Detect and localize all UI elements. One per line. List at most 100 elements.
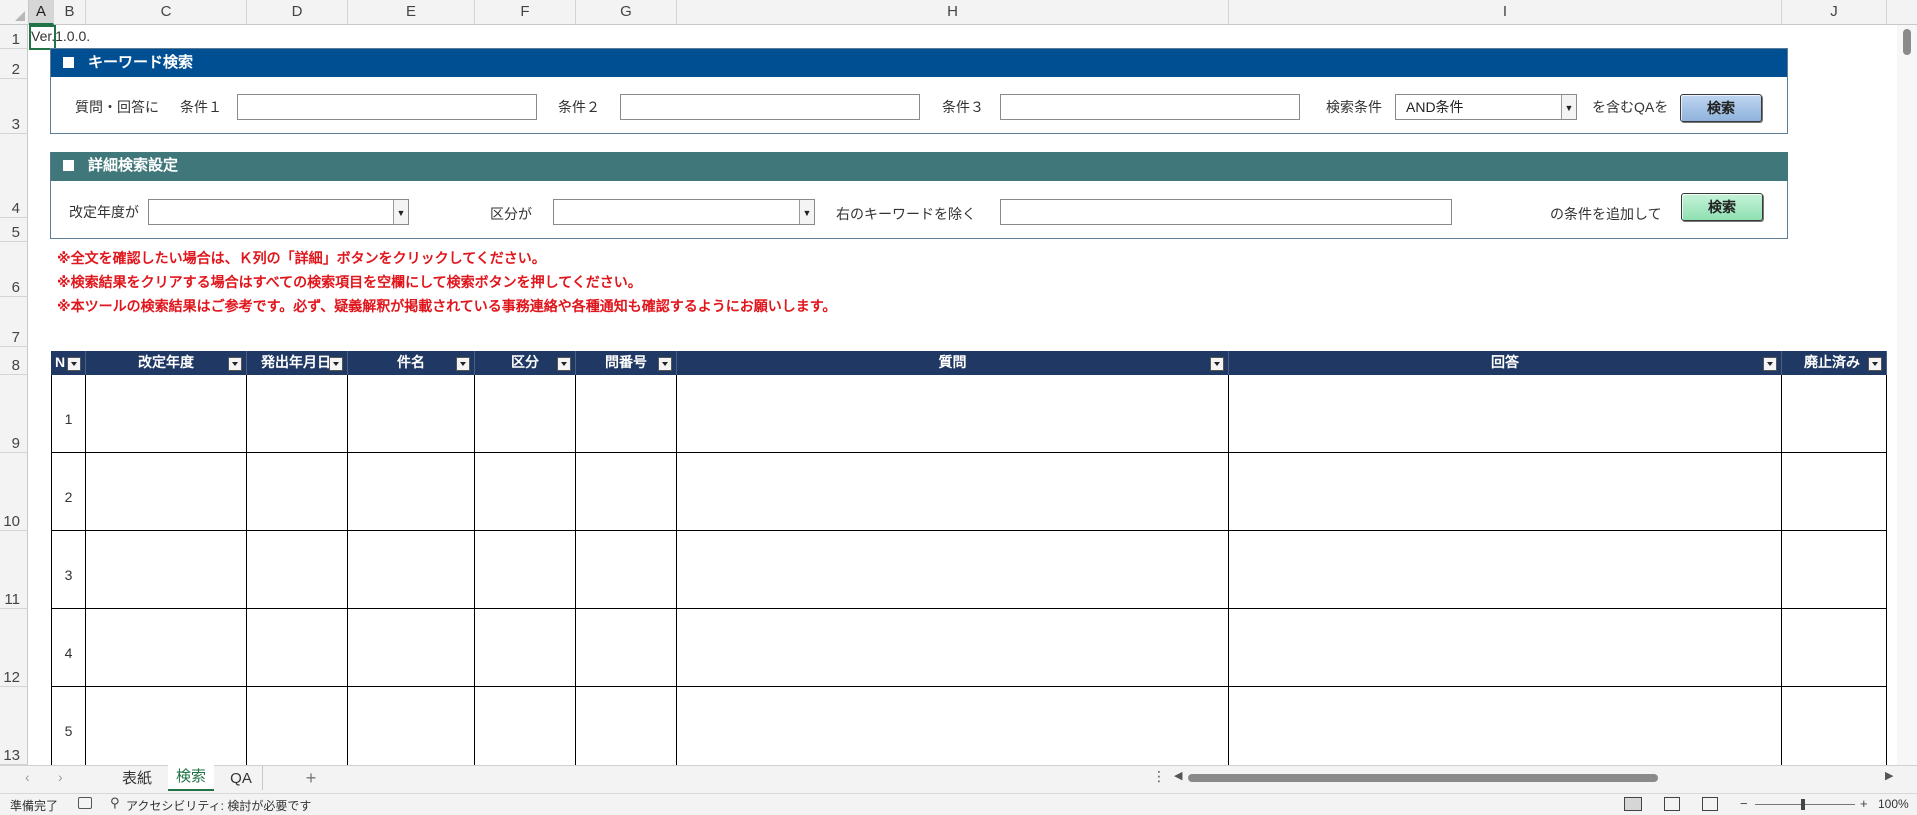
horizontal-scroll-thumb[interactable]	[1188, 774, 1658, 782]
table-cell[interactable]	[247, 609, 348, 687]
header-question[interactable]: 質問	[677, 351, 1229, 375]
condition2-input[interactable]	[620, 94, 920, 120]
column-header-e[interactable]: E	[348, 0, 475, 25]
row-header-7[interactable]: 7	[0, 297, 28, 347]
add-sheet-button[interactable]: +	[296, 766, 326, 790]
table-cell[interactable]	[1782, 531, 1887, 609]
hscroll-left-icon[interactable]: ◀	[1174, 769, 1182, 782]
table-cell[interactable]	[475, 687, 576, 765]
table-cell[interactable]	[576, 687, 677, 765]
row-header-4[interactable]: 4	[0, 134, 28, 218]
macro-record-icon[interactable]	[78, 797, 92, 809]
header-abolished[interactable]: 廃止済み	[1782, 351, 1887, 375]
table-cell[interactable]	[1229, 453, 1782, 531]
table-cell[interactable]	[475, 375, 576, 453]
zoom-slider-thumb[interactable]	[1801, 799, 1805, 810]
row-header-13[interactable]: 13	[0, 687, 28, 765]
dropdown-arrow-icon[interactable]: ▼	[799, 200, 814, 224]
column-header-g[interactable]: G	[576, 0, 677, 25]
table-cell[interactable]	[1782, 609, 1887, 687]
table-cell[interactable]	[1229, 687, 1782, 765]
header-issue-date[interactable]: 発出年月日	[247, 351, 348, 375]
filter-icon[interactable]	[557, 357, 571, 371]
row-header-12[interactable]: 12	[0, 609, 28, 687]
search-condition-select[interactable]: AND条件 ▼	[1395, 94, 1577, 120]
table-cell[interactable]	[1782, 375, 1887, 453]
column-header-a[interactable]: A	[29, 0, 54, 25]
table-cell[interactable]	[348, 375, 475, 453]
table-cell[interactable]	[576, 375, 677, 453]
zoom-level[interactable]: 100%	[1878, 797, 1909, 811]
table-cell[interactable]	[247, 531, 348, 609]
row-number-cell[interactable]: 2	[51, 453, 86, 531]
table-cell[interactable]	[576, 531, 677, 609]
filter-icon[interactable]	[658, 357, 672, 371]
table-cell[interactable]	[348, 609, 475, 687]
category-select[interactable]: ▼	[553, 199, 815, 225]
zoom-in-icon[interactable]: +	[1860, 796, 1868, 811]
table-cell[interactable]	[86, 375, 247, 453]
row-header-10[interactable]: 10	[0, 453, 28, 531]
table-cell[interactable]	[86, 531, 247, 609]
revision-year-select[interactable]: ▼	[148, 199, 409, 225]
table-cell[interactable]	[86, 453, 247, 531]
row-header-9[interactable]: 9	[0, 375, 28, 453]
column-header-f[interactable]: F	[475, 0, 576, 25]
row-header-11[interactable]: 11	[0, 531, 28, 609]
table-cell[interactable]	[86, 687, 247, 765]
table-cell[interactable]	[348, 687, 475, 765]
header-category[interactable]: 区分	[475, 351, 576, 375]
normal-view-icon[interactable]	[1624, 797, 1642, 811]
header-no[interactable]: N	[51, 351, 86, 375]
header-revision-year[interactable]: 改定年度	[86, 351, 247, 375]
row-number-cell[interactable]: 3	[51, 531, 86, 609]
table-cell[interactable]	[1782, 453, 1887, 531]
condition1-input[interactable]	[237, 94, 537, 120]
status-accessibility[interactable]: アクセシビリティ: 検討が必要です	[126, 797, 311, 814]
table-cell[interactable]	[247, 687, 348, 765]
condition3-input[interactable]	[1000, 94, 1300, 120]
table-cell[interactable]	[1229, 609, 1782, 687]
filter-icon[interactable]	[1763, 357, 1777, 371]
filter-icon[interactable]	[456, 357, 470, 371]
table-cell[interactable]	[247, 375, 348, 453]
column-header-j[interactable]: J	[1782, 0, 1887, 25]
zoom-slider[interactable]	[1755, 804, 1855, 805]
row-header-3[interactable]: 3	[0, 79, 28, 134]
table-cell[interactable]	[348, 531, 475, 609]
row-header-8[interactable]: 8	[0, 347, 28, 375]
exclude-keyword-input[interactable]	[1000, 199, 1452, 225]
header-answer[interactable]: 回答	[1229, 351, 1782, 375]
table-cell[interactable]	[677, 453, 1229, 531]
column-header-d[interactable]: D	[247, 0, 348, 25]
column-header-i[interactable]: I	[1229, 0, 1782, 25]
zoom-out-icon[interactable]: −	[1740, 796, 1748, 811]
table-cell[interactable]	[677, 609, 1229, 687]
row-header-6[interactable]: 6	[0, 242, 28, 297]
sheet-tab-cover[interactable]: 表紙	[112, 767, 162, 791]
filter-icon[interactable]	[1210, 357, 1224, 371]
row-header-5[interactable]: 5	[0, 218, 28, 242]
sheet-tab-search[interactable]: 検索	[168, 765, 214, 791]
accessibility-icon[interactable]: ⚲	[110, 795, 120, 811]
table-cell[interactable]	[475, 453, 576, 531]
row-header-1[interactable]: 1	[0, 25, 28, 49]
sheet-tab-qa[interactable]: QA	[218, 767, 264, 791]
column-header-c[interactable]: C	[86, 0, 247, 25]
table-cell[interactable]	[677, 531, 1229, 609]
vertical-scroll-thumb[interactable]	[1903, 29, 1911, 55]
table-cell[interactable]	[1229, 531, 1782, 609]
tab-scroll-left-icon[interactable]: ‹	[25, 769, 30, 785]
tab-scroll-right-icon[interactable]: ›	[58, 769, 63, 785]
filter-icon[interactable]	[228, 357, 242, 371]
table-cell[interactable]	[677, 687, 1229, 765]
row-header-2[interactable]: 2	[0, 49, 28, 79]
dropdown-arrow-icon[interactable]: ▼	[393, 200, 408, 224]
column-header-b[interactable]: B	[54, 0, 86, 25]
select-all-corner[interactable]	[0, 0, 29, 25]
filter-icon[interactable]	[1868, 357, 1882, 371]
table-cell[interactable]	[1229, 375, 1782, 453]
table-cell[interactable]	[247, 453, 348, 531]
table-cell[interactable]	[1782, 687, 1887, 765]
keyword-search-button[interactable]: 検索	[1680, 94, 1762, 122]
